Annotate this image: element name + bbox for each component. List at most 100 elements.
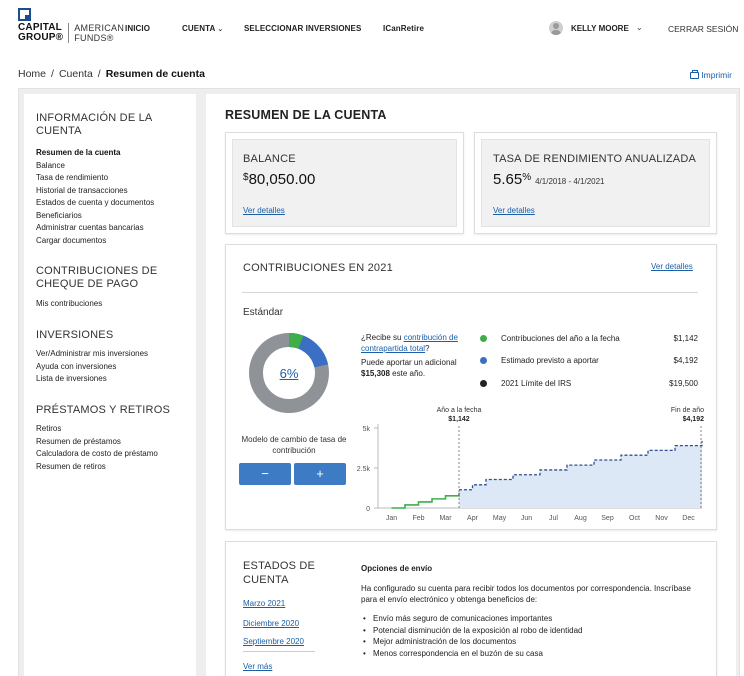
promo-line2-prefix: Puede aportar un adicional xyxy=(361,358,457,367)
promo-suffix: ? xyxy=(425,344,430,353)
sidebar-item-cuentas-bancarias[interactable]: Administrar cuentas bancarias xyxy=(36,222,154,235)
statement-link-septiembre-2020[interactable]: Septiembre 2020 xyxy=(243,637,304,646)
sidebar-heading-contribuciones: CONTRIBUCIONES DE CHEQUE DE PAGO xyxy=(36,265,157,291)
legend-row-ytd: Contribuciones del año a la fecha $1,142 xyxy=(480,333,698,345)
x-tick-label: Jul xyxy=(549,515,558,522)
statements-title-line: CUENTA xyxy=(243,574,289,586)
logo-text-funds: FUNDS® xyxy=(74,33,114,43)
marker-value-label: $1,142 xyxy=(448,416,470,423)
contributions-details-link[interactable]: Ver detalles xyxy=(651,262,693,271)
user-avatar-icon[interactable] xyxy=(549,21,563,35)
sidebar-item-retiros[interactable]: Retiros xyxy=(36,423,158,436)
breadcrumb-current: Resumen de cuenta xyxy=(105,68,205,80)
sidebar-heading-prestamos: PRÉSTAMOS Y RETIROS xyxy=(36,404,170,417)
x-tick-label: Feb xyxy=(412,515,424,522)
breadcrumb-cuenta[interactable]: Cuenta xyxy=(59,68,93,80)
legend-value: $4,192 xyxy=(673,356,698,365)
rate-number: 5.65 xyxy=(493,171,523,188)
list-item: Potencial disminución de la exposición a… xyxy=(361,625,582,637)
sidebar-heading-line: CUENTA xyxy=(36,125,82,137)
nav-seleccionar-inversiones[interactable]: SELECCIONAR INVERSIONES xyxy=(244,24,361,33)
contribution-rate-donut: 6% xyxy=(249,333,329,413)
sidebar-item-ayuda-inversiones[interactable]: Ayuda con inversiones xyxy=(36,361,148,374)
sidebar-list-inversiones: Ver/Administrar mis inversiones Ayuda co… xyxy=(36,348,148,386)
sidebar-heading-inversiones: INVERSIONES xyxy=(36,329,113,342)
x-tick-label: Jun xyxy=(521,515,532,522)
nav-cuenta-label: CUENTA xyxy=(182,24,216,33)
balance-value: $80,050.00 xyxy=(243,171,315,188)
user-name[interactable]: KELLY MOORE xyxy=(571,24,629,33)
statement-link-marzo-2021[interactable]: Marzo 2021 xyxy=(243,599,285,608)
legend-value: $19,500 xyxy=(669,379,698,388)
sidebar-item-beneficiarios[interactable]: Beneficiarios xyxy=(36,210,154,223)
sidebar-heading-line: INFORMACIÓN DE LA xyxy=(36,112,153,124)
legend-row-irs: 2021 Límite del IRS $19,500 xyxy=(480,378,698,390)
x-tick-label: Mar xyxy=(439,515,452,522)
sidebar-item-balance[interactable]: Balance xyxy=(36,160,154,173)
sidebar-item-cargar-documentos[interactable]: Cargar documentos xyxy=(36,235,154,248)
sidebar-item-tasa[interactable]: Tasa de rendimiento xyxy=(36,172,154,185)
sidebar-item-resumen-retiros[interactable]: Resumen de retiros xyxy=(36,461,158,474)
sidebar-heading-info: INFORMACIÓN DE LA CUENTA xyxy=(36,112,152,138)
match-promo: ¿Recibe su contribución de contrapartida… xyxy=(361,332,471,379)
legend-name: 2021 Límite del IRS xyxy=(501,379,572,388)
sidebar-item-administrar-inversiones[interactable]: Ver/Administrar mis inversiones xyxy=(36,348,148,361)
sidebar-item-calculadora-prestamo[interactable]: Calculadora de costo de préstamo xyxy=(36,448,158,461)
statements-title: ESTADOS DE CUENTA xyxy=(243,559,315,587)
y-tick-label: 5k xyxy=(363,426,371,433)
increase-rate-button[interactable]: + xyxy=(294,463,346,485)
sidebar-item-resumen[interactable]: Resumen de la cuenta xyxy=(36,147,154,160)
sidebar-item-historial[interactable]: Historial de transacciones xyxy=(36,185,154,198)
match-promo-additional: Puede aportar un adicional $15,308 este … xyxy=(361,357,471,379)
x-tick-label: May xyxy=(493,515,507,522)
promo-amount: $15,308 xyxy=(361,369,390,378)
list-item: Menos correspondencia en el buzón de su … xyxy=(361,648,582,660)
legend-dot-ytd-icon xyxy=(480,335,487,342)
capital-group-logo[interactable]: CAPITAL GROUP® AMERICAN FUNDS® xyxy=(18,8,124,43)
list-item: Mejor administración de los documentos xyxy=(361,636,582,648)
legend-dot-irs-icon xyxy=(480,380,487,387)
statements-title-line: ESTADOS DE xyxy=(243,560,316,572)
breadcrumb: Home / Cuenta / Resumen de cuenta xyxy=(18,68,205,80)
statement-link-diciembre-2020[interactable]: Diciembre 2020 xyxy=(243,619,299,628)
top-navigation-bar: CAPITAL GROUP® AMERICAN FUNDS® INICIO CU… xyxy=(0,0,744,58)
sidebar-item-lista-inversiones[interactable]: Lista de inversiones xyxy=(36,373,148,386)
sidebar-heading-line: CHEQUE DE PAGO xyxy=(36,278,139,290)
logout-link[interactable]: CERRAR SESIÓN xyxy=(668,24,738,34)
rate-details-link[interactable]: Ver detalles xyxy=(493,206,535,215)
nav-inicio[interactable]: INICIO xyxy=(125,24,150,33)
rate-label: TASA DE RENDIMIENTO ANUALIZADA xyxy=(493,153,697,165)
decrease-rate-button[interactable]: − xyxy=(239,463,291,485)
standard-label: Estándar xyxy=(243,307,284,318)
breadcrumb-separator: / xyxy=(97,68,101,80)
sidebar-item-resumen-prestamos[interactable]: Resumen de préstamos xyxy=(36,436,158,449)
sidebar-list-contribuciones: Mis contribuciones xyxy=(36,298,102,311)
legend-name: Contribuciones del año a la fecha xyxy=(501,334,620,343)
sidebar-heading-line: CONTRIBUCIONES DE xyxy=(36,265,158,277)
contribution-rate-percent[interactable]: 6% xyxy=(249,333,329,413)
sidebar-list-info: Resumen de la cuenta Balance Tasa de ren… xyxy=(36,147,154,247)
nav-cuenta[interactable]: CUENTA ⌄ xyxy=(182,24,223,33)
user-menu-chevron-down-icon[interactable]: ⌄ xyxy=(636,23,643,32)
statements-more-link[interactable]: Ver más xyxy=(243,662,272,671)
sidebar-list-prestamos: Retiros Resumen de préstamos Calculadora… xyxy=(36,423,158,473)
legend-row-projected: Estimado previsto a aportar $4,192 xyxy=(480,355,698,367)
statements-divider xyxy=(243,651,315,652)
logo-mark-icon xyxy=(18,8,31,21)
rate-change-model-label: Modelo de cambio de tasa de contribución xyxy=(241,435,347,455)
sidebar-item-estados[interactable]: Estados de cuenta y documentos xyxy=(36,197,154,210)
delivery-benefits-list: Envío más seguro de comunicaciones impor… xyxy=(361,613,582,659)
marker-label: Fin de año xyxy=(671,407,704,414)
print-button[interactable]: Imprimir xyxy=(690,70,732,80)
breadcrumb-home[interactable]: Home xyxy=(18,68,46,80)
delivery-options-title: Opciones de envío xyxy=(361,564,433,573)
legend-value: $1,142 xyxy=(673,334,698,343)
sidebar-item-mis-contribuciones[interactable]: Mis contribuciones xyxy=(36,298,102,311)
y-tick-label: 2.5k xyxy=(357,466,371,473)
x-tick-label: Oct xyxy=(629,515,640,522)
logo-text-group: GROUP® xyxy=(18,32,64,43)
balance-details-link[interactable]: Ver detalles xyxy=(243,206,285,215)
marker-label: Año a la fecha xyxy=(437,407,482,414)
rate-unit: % xyxy=(522,172,532,183)
nav-icanretire[interactable]: ICanRetire xyxy=(383,24,424,33)
